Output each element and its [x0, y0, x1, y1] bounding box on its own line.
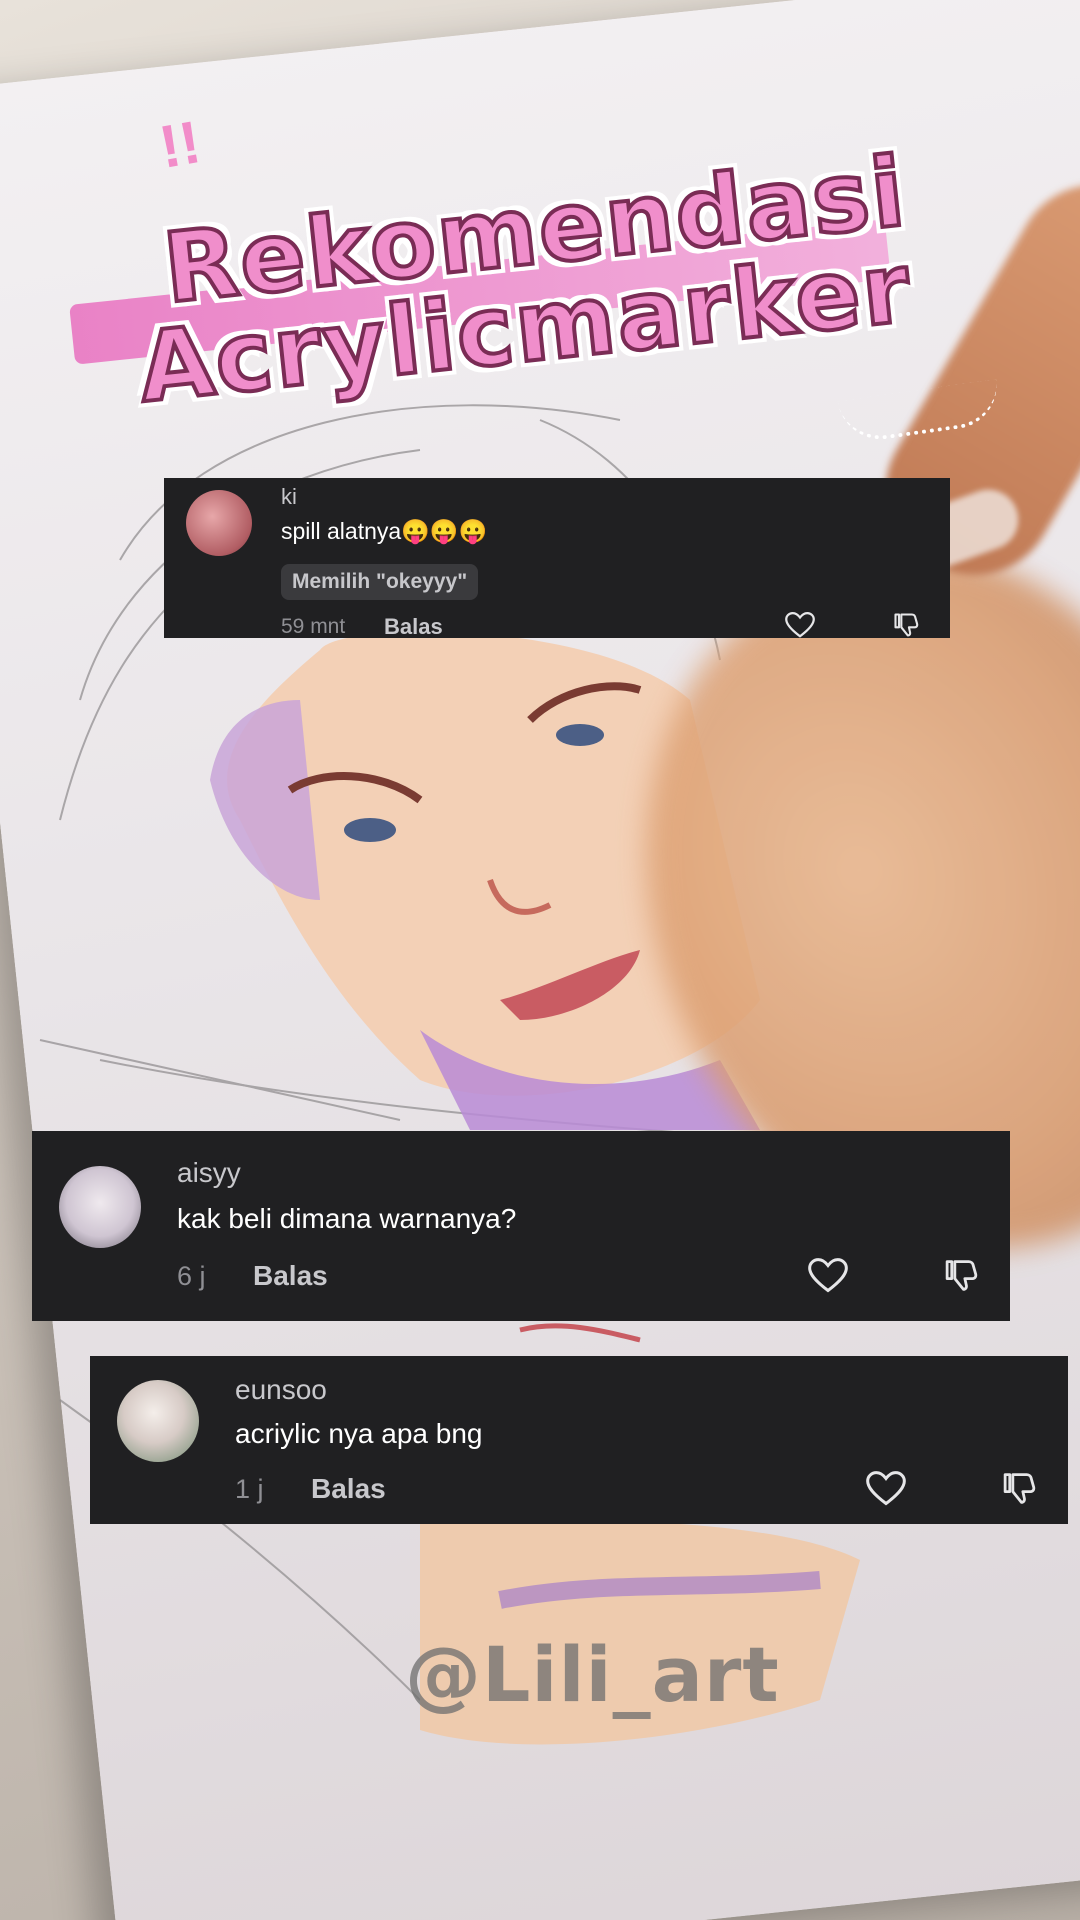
comment-text: kak beli dimana warnanya?	[177, 1203, 517, 1234]
comment-time: 6 j	[177, 1261, 206, 1291]
comment-username[interactable]: aisyy	[177, 1157, 241, 1189]
thumbs-down-icon[interactable]	[998, 1468, 1040, 1508]
creator-watermark: @Lili_art	[405, 1630, 780, 1719]
poll-choice-badge: Memilih "okeyyy"	[281, 564, 479, 600]
thumbs-down-icon[interactable]	[890, 610, 922, 640]
comment-text: spill alatnya😛😛😛	[281, 518, 488, 544]
avatar[interactable]	[186, 490, 252, 556]
thumbs-down-icon[interactable]	[940, 1255, 982, 1295]
comment-card: aisyy kak beli dimana warnanya? 6 j Bala…	[32, 1131, 1010, 1321]
comment-card: ki spill alatnya😛😛😛 Memilih "okeyyy" 59 …	[164, 478, 950, 640]
heart-outline-icon[interactable]	[784, 610, 816, 640]
heart-outline-icon[interactable]	[865, 1468, 907, 1508]
comment-card: eunsoo acriylic nya apa bng 1 j Balas	[90, 1356, 1068, 1524]
reply-button[interactable]: Balas	[311, 1473, 386, 1505]
reply-button[interactable]: Balas	[384, 614, 443, 640]
heart-outline-icon[interactable]	[807, 1255, 849, 1295]
comment-username[interactable]: ki	[281, 484, 297, 510]
comment-time: 1 j	[235, 1474, 264, 1504]
comment-text: acriylic nya apa bng	[235, 1418, 483, 1449]
avatar[interactable]	[117, 1380, 199, 1462]
comment-username[interactable]: eunsoo	[235, 1374, 327, 1406]
comment-time: 59 mnt	[281, 615, 346, 638]
avatar[interactable]	[59, 1166, 141, 1248]
reply-button[interactable]: Balas	[253, 1260, 328, 1292]
